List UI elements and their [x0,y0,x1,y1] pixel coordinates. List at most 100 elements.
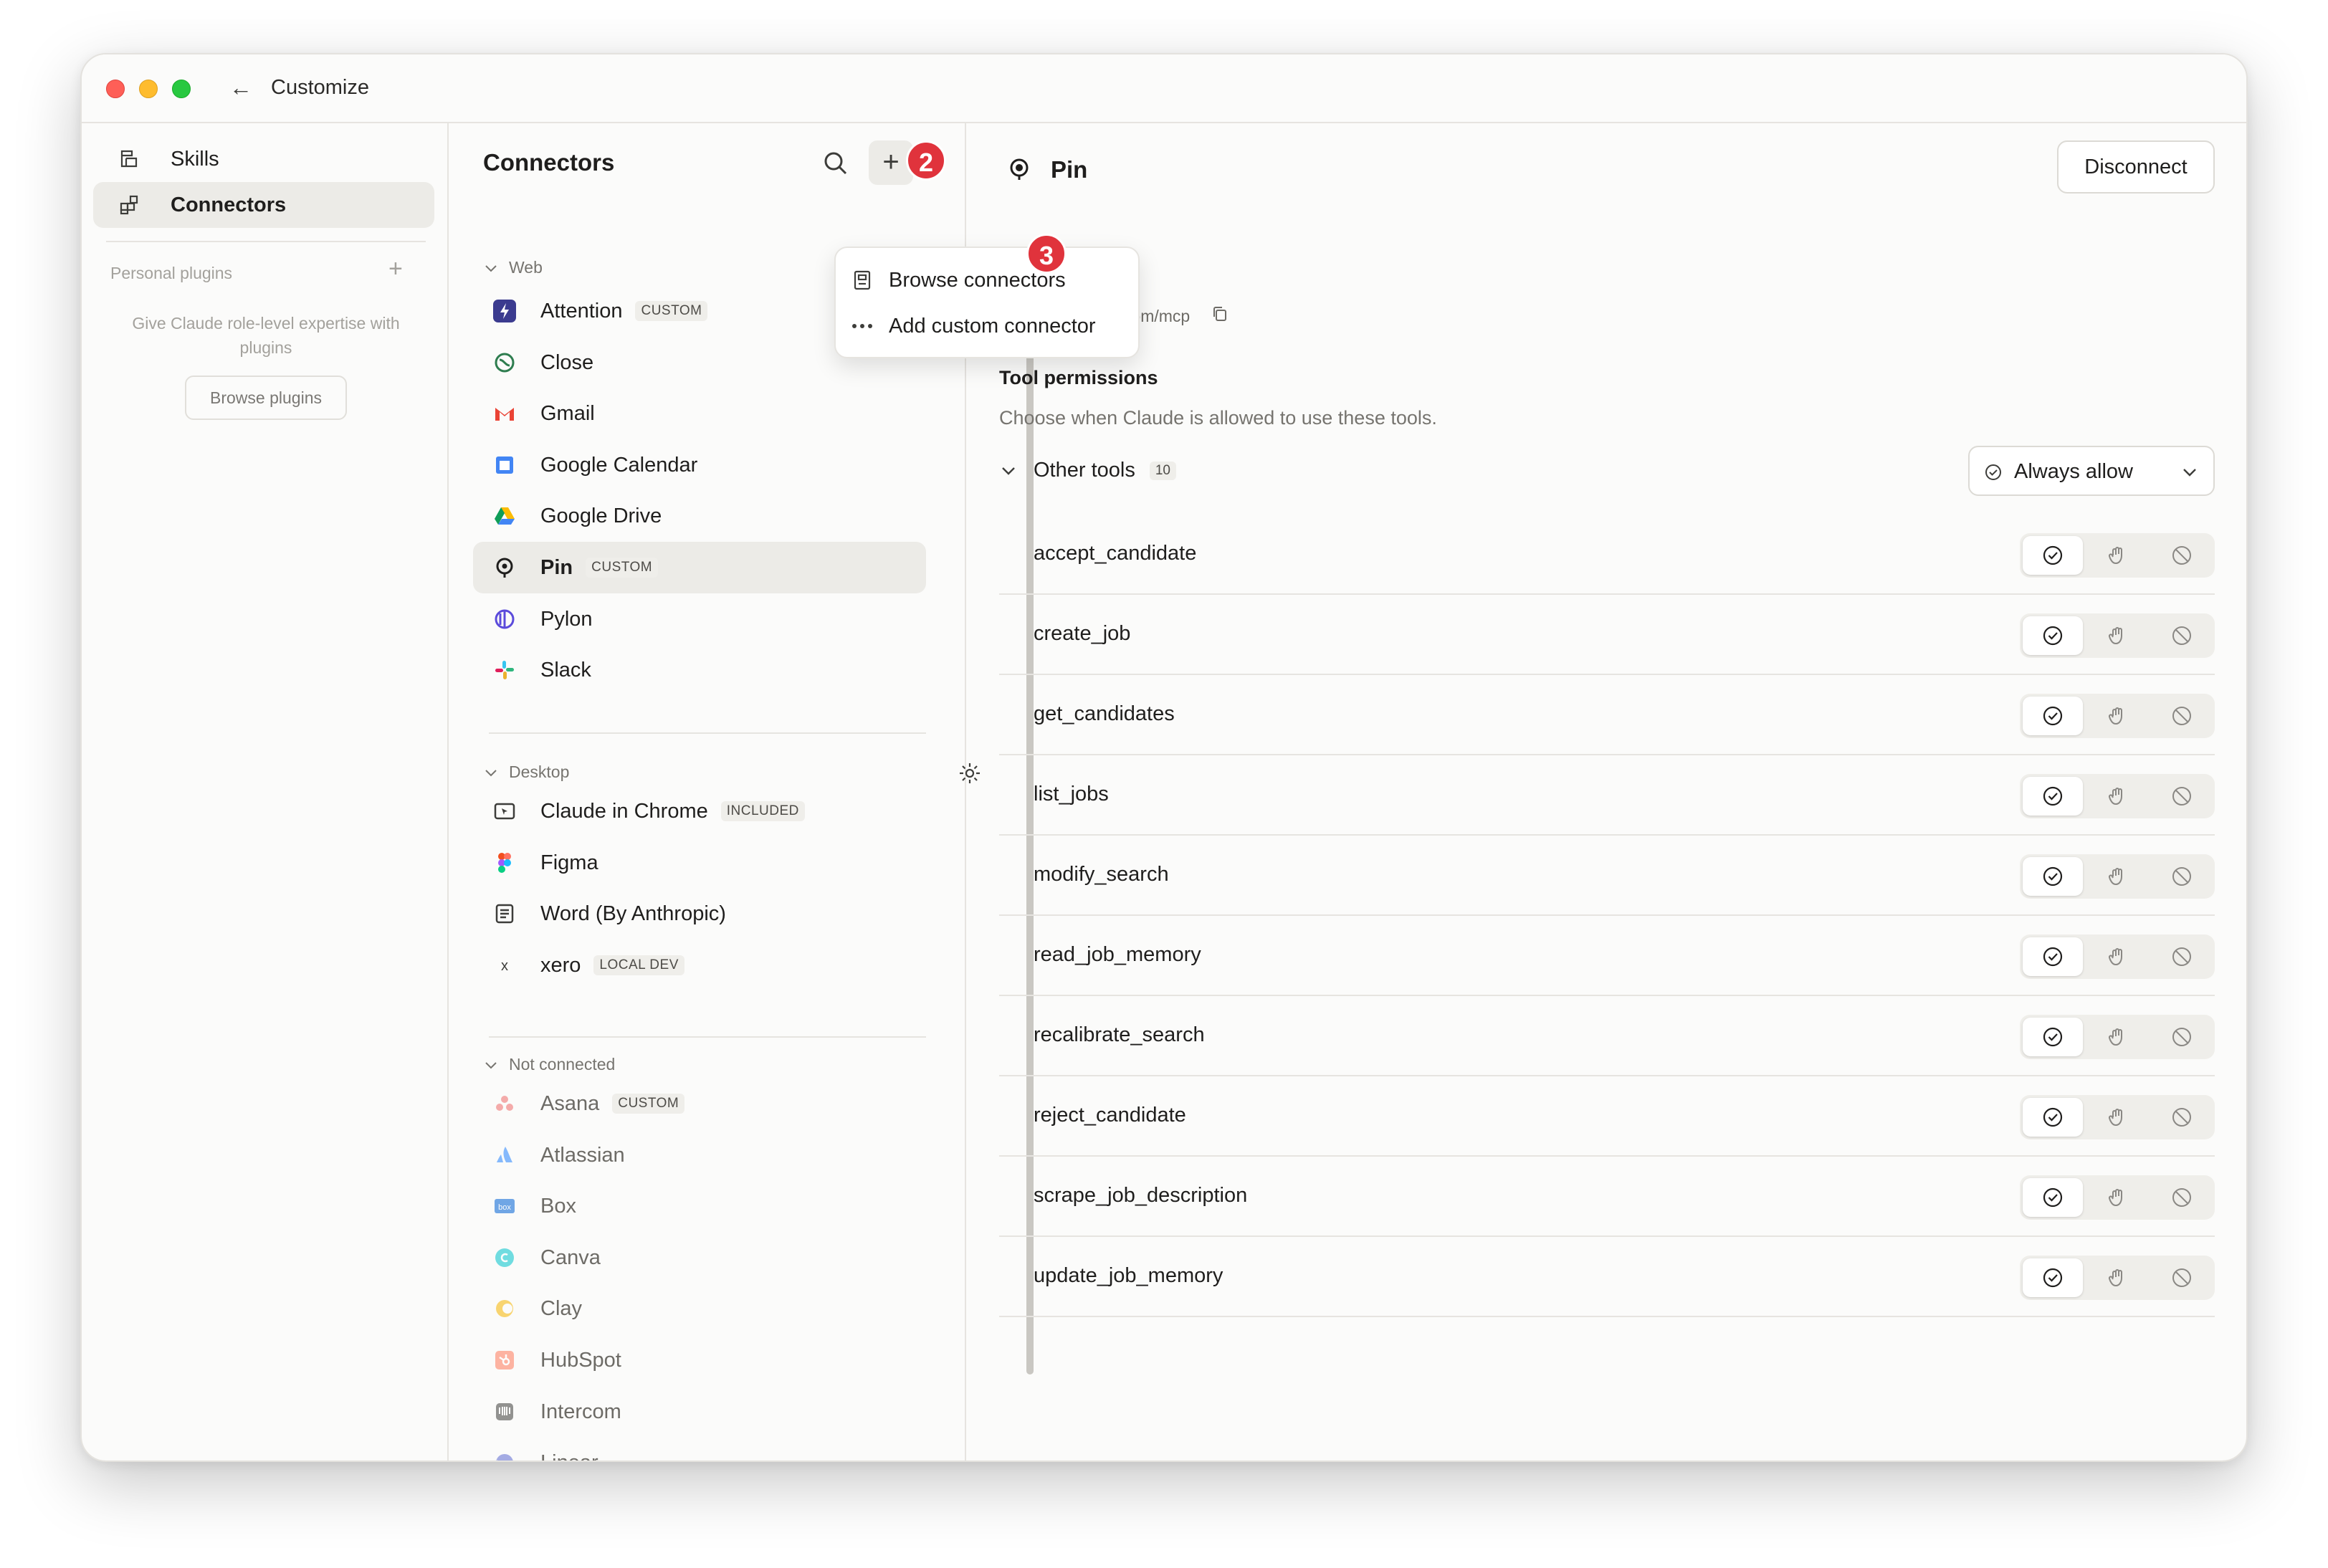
needs-approval-option[interactable] [2087,1098,2147,1137]
connector-row-clay[interactable]: Clay [473,1283,926,1334]
connector-name: Linear [540,1451,598,1461]
add-plugin-plus-icon[interactable]: + [388,255,403,283]
connector-row-atlassian[interactable]: Atlassian [473,1129,926,1181]
google-drive-icon [493,505,516,527]
connector-row-google-drive[interactable]: Google Drive [473,490,926,542]
google-calendar-icon [493,454,516,477]
connector-row-google-calendar[interactable]: Google Calendar [473,439,926,491]
always-allow-option[interactable] [2023,1178,2083,1217]
connector-name: Canva [540,1246,601,1270]
blocked-option[interactable] [2152,1018,2212,1056]
connector-name: Atlassian [540,1144,625,1167]
chevron-down-icon [485,264,497,272]
needs-approval-option[interactable] [2087,1018,2147,1056]
section-header-not-connected[interactable]: Not connected [483,1055,615,1074]
always-allow-option[interactable] [2023,1098,2083,1137]
blocked-option[interactable] [2152,777,2212,816]
blocked-option[interactable] [2152,857,2212,896]
needs-approval-option[interactable] [2087,536,2147,575]
blocked-option[interactable] [2152,937,2212,976]
section-header-web[interactable]: Web [483,258,543,277]
connector-name: Clay [540,1297,582,1321]
connector-name: Box [540,1195,576,1218]
blocked-option[interactable] [2152,1258,2212,1297]
connector-row-box[interactable]: box Box [473,1180,926,1232]
tool-permission-toggle [2020,613,2215,658]
always-allow-option[interactable] [2023,536,2083,575]
connector-row-figma[interactable]: Figma [473,837,926,889]
needs-approval-option[interactable] [2087,777,2147,816]
disconnect-button[interactable]: Disconnect [2057,140,2215,193]
connector-label: Close [540,350,594,374]
other-tools-group-toggle[interactable]: Other tools 10 [999,459,1176,482]
connector-row-canva[interactable]: Canva [473,1232,926,1283]
needs-approval-option[interactable] [2087,616,2147,655]
section-label: Desktop [509,763,570,781]
tool-row: create_job [999,595,2215,675]
connector-row-xero[interactable]: x xero LOCAL DEV [473,940,926,991]
gmail-icon [493,402,516,425]
blocked-option[interactable] [2152,697,2212,735]
connector-name: Word (By Anthropic) [540,902,726,926]
skills-icon [120,150,138,168]
always-allow-option[interactable] [2023,937,2083,976]
word-icon [493,902,516,925]
connector-row-gmail[interactable]: Gmail [473,388,926,439]
connectors-title: Connectors [483,149,615,176]
always-allow-option[interactable] [2023,1258,2083,1297]
connector-row-asana[interactable]: Asana CUSTOM [473,1078,926,1129]
section-label: Not connected [509,1055,616,1074]
connector-label: Figma [540,851,598,874]
connectors-icon [120,195,138,215]
section-header-desktop[interactable]: Desktop [483,763,569,782]
always-allow-option[interactable] [2023,616,2083,655]
sidebar-item-connectors[interactable]: Connectors [93,182,434,228]
blocked-option[interactable] [2152,616,2212,655]
connector-name: Google Drive [540,505,662,528]
tool-permissions-description: Choose when Claude is allowed to use the… [999,407,1437,429]
copy-icon[interactable] [1211,305,1229,322]
policy-select[interactable]: Always allow [1968,446,2215,496]
search-icon[interactable] [821,149,850,178]
needs-approval-option[interactable] [2087,857,2147,896]
connector-row-linear[interactable]: Linear [473,1437,926,1461]
tool-permission-toggle [2020,694,2215,738]
needs-approval-option[interactable] [2087,937,2147,976]
app-window: ← Customize Skills Connectors Personal p… [80,53,2248,1462]
connector-title: Pin [1051,156,1088,183]
zoom-window-button[interactable] [172,80,191,98]
connector-tag-badge: CUSTOM [612,1094,685,1114]
tool-name: create_job [1034,622,1131,645]
close-window-button[interactable] [106,80,125,98]
tool-permission-toggle [2020,1256,2215,1300]
connector-row-pin[interactable]: Pin CUSTOM [473,542,926,593]
needs-approval-option[interactable] [2087,697,2147,735]
tool-permission-toggle [2020,774,2215,818]
blocked-option[interactable] [2152,1178,2212,1217]
connector-row-pylon[interactable]: Pylon [473,593,926,645]
connector-row-claude-in-chrome[interactable]: Claude in Chrome INCLUDED [473,785,926,837]
connector-row-word-by-anthropic[interactable]: Word (By Anthropic) [473,888,926,940]
blocked-option[interactable] [2152,1098,2212,1137]
intercom-icon [493,1400,516,1423]
needs-approval-option[interactable] [2087,1178,2147,1217]
always-allow-option[interactable] [2023,697,2083,735]
connector-row-slack[interactable]: Slack [473,644,926,696]
connector-label: Slack [540,659,591,682]
minimize-window-button[interactable] [139,80,158,98]
connector-row-intercom[interactable]: Intercom [473,1386,926,1438]
sidebar-item-skills[interactable]: Skills [93,136,434,182]
browse-plugins-button[interactable]: Browse plugins [185,376,347,420]
connector-tag-badge: INCLUDED [720,801,805,821]
asana-icon [493,1092,516,1115]
always-allow-option[interactable] [2023,777,2083,816]
arrow-left-icon[interactable]: ← [229,75,252,101]
always-allow-option[interactable] [2023,857,2083,896]
blocked-option[interactable] [2152,536,2212,575]
section-divider [489,732,926,734]
always-allow-option[interactable] [2023,1018,2083,1056]
menu-item-add-custom-connector[interactable]: Add custom connector [850,307,1096,345]
connector-label: xero [540,953,581,977]
needs-approval-option[interactable] [2087,1258,2147,1297]
connector-row-hubspot[interactable]: HubSpot [473,1334,926,1386]
